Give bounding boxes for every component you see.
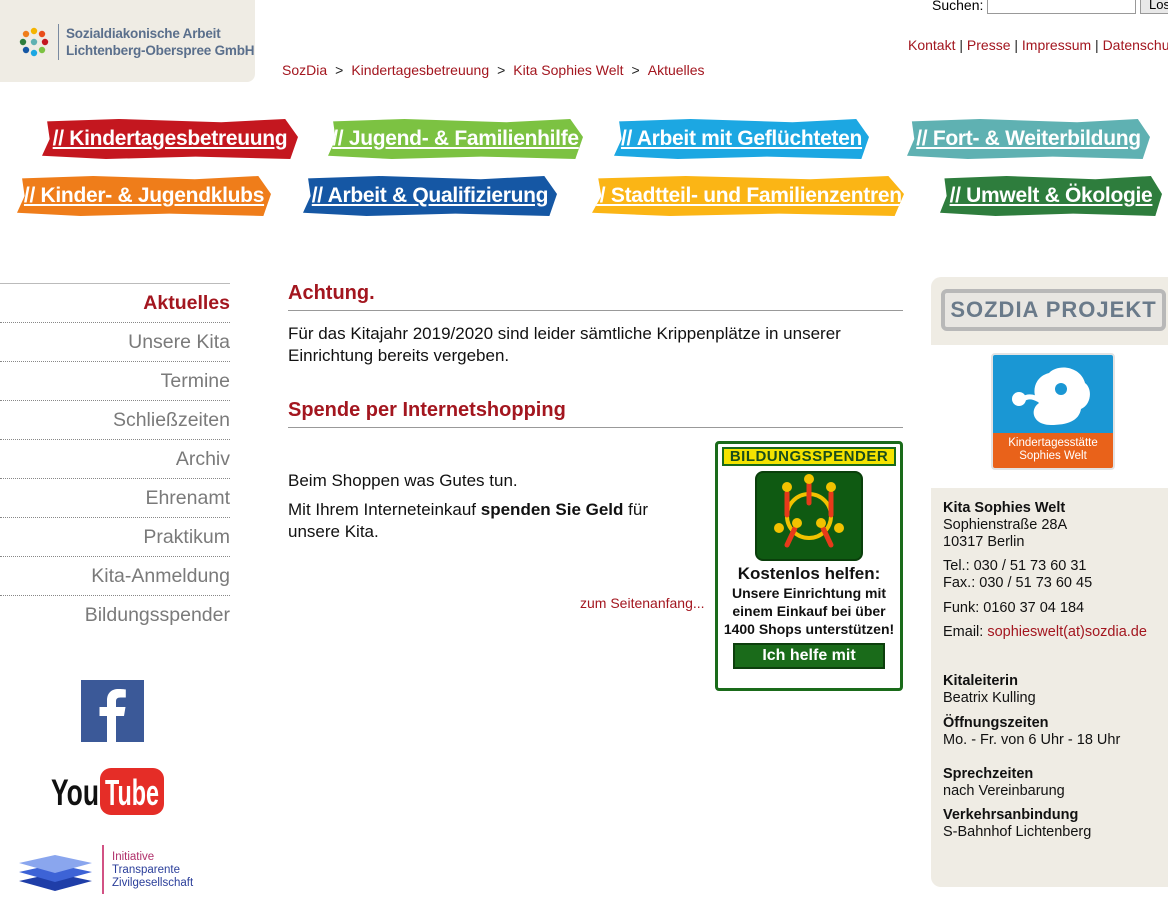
children-circle-icon (755, 471, 863, 561)
top-link-kontakt[interactable]: Kontakt (908, 37, 955, 53)
kita-leitung-name: Beatrix Kulling (943, 690, 1036, 706)
breadcrumb: SozDia > Kindertagesbetreuung > Kita Sophies… (282, 62, 705, 78)
back-to-top-link[interactable]: zum Seitenanfang... (580, 595, 705, 611)
kita-fax: Fax.: 030 / 51 73 60 45 (943, 575, 1093, 591)
nav-item-kita-anmeldung[interactable]: Kita-Anmeldung (0, 557, 230, 596)
itz-line-2: Transparente (112, 864, 180, 876)
kita-address: Kita Sophies Welt Sophienstraße 28A 1031… (943, 500, 1067, 551)
kita-oeffnung-value: Mo. - Fr. von 6 Uhr - 18 Uhr (943, 732, 1121, 748)
kita-name: Kita Sophies Welt (943, 500, 1066, 516)
kita-sprech-label: Sprechzeiten (943, 766, 1034, 782)
sozdia-projekt-badge: SOZDIA PROJEKT (941, 289, 1166, 331)
breadcrumb-aktuelles[interactable]: Aktuelles (648, 62, 705, 78)
left-nav: Aktuelles Unsere Kita Termine Schließzei… (0, 283, 230, 635)
kita-logo-figure-icon (993, 355, 1113, 433)
top-link-impressum[interactable]: Impressum (1022, 37, 1091, 53)
nav-item-termine[interactable]: Termine (0, 362, 230, 401)
logo-dots-icon (19, 27, 49, 57)
bildungsspender-body: Unsere Einrichtung mit einem Einkauf bei… (723, 585, 895, 637)
youtube-tube-text: Tube (105, 772, 159, 813)
kita-logo-line-2: Sophies Welt (1019, 450, 1087, 462)
bildungsspender-title: BILDUNGSSPENDER (722, 447, 896, 466)
banner-arbeit-qualifizierung[interactable]: // Arbeit & Qualifizierung (303, 176, 557, 216)
banner-kindertagesbetreuung[interactable]: // Kindertagesbetreuung (42, 119, 298, 159)
banner-umwelt-oekologie[interactable]: // Umwelt & Ökologie (940, 176, 1162, 216)
banner-fort-weiterbildung[interactable]: // Fort- & Weiterbildung (907, 119, 1150, 159)
kita-sophies-welt-logo: Kindertagesstätte Sophies Welt (991, 353, 1115, 470)
shopping-intro: Beim Shoppen was Gutes tun. (288, 471, 518, 490)
bildungsspender-headline: Kostenlos helfen: (737, 564, 881, 583)
kita-email-label: Email: (943, 624, 988, 640)
kita-sprech-value: nach Vereinbarung (943, 783, 1065, 799)
kita-city: 10317 Berlin (943, 534, 1025, 550)
facebook-f-glyph (99, 689, 126, 742)
achtung-heading: Achtung. (288, 282, 903, 311)
itz-line-3: Zivilgesellschaft (112, 877, 194, 889)
kita-leitung-label: Kitaleiterin (943, 673, 1018, 689)
breadcrumb-sozdia[interactable]: SozDia (282, 62, 327, 78)
shopping-text-a: Mit Ihrem Interneteinkauf (288, 500, 481, 519)
nav-item-bildungsspender[interactable]: Bildungsspender (0, 596, 230, 635)
kita-verkehr-label: Verkehrsanbindung (943, 807, 1079, 823)
shopping-text: Mit Ihrem Interneteinkauf spenden Sie Ge… (288, 499, 698, 543)
shopping-text-bold: spenden Sie Geld (480, 500, 624, 519)
kita-street: Sophienstraße 28A (943, 517, 1068, 533)
kita-email-link[interactable]: sophieswelt(at)sozdia.de (987, 624, 1147, 640)
banner-stadtteil-familienzentren[interactable]: // Stadtteil- und Familienzentren (592, 176, 904, 216)
logo-line-2: Lichtenberg-Oberspree GmbH (66, 43, 255, 58)
top-link-presse[interactable]: Presse (967, 37, 1011, 53)
breadcrumb-kindertagesbetreuung[interactable]: Kindertagesbetreuung (351, 62, 489, 78)
kita-oeffnung-label: Öffnungszeiten (943, 715, 1049, 731)
kita-leitung: Kitaleiterin Beatrix Kulling (943, 673, 1036, 707)
itz-line-1: Initiative (112, 851, 154, 863)
youtube-icon[interactable]: You Tube (50, 767, 165, 817)
youtube-you-text: You (51, 772, 99, 813)
breadcrumb-kita[interactable]: Kita Sophies Welt (513, 62, 623, 78)
kita-verkehr-value: S-Bahnhof Lichtenberg (943, 824, 1092, 840)
banner-kinder-jugendklubs[interactable]: // Kinder- & Jugendklubs (17, 176, 271, 216)
kita-tel: Tel.: 030 / 51 73 60 31 (943, 558, 1087, 574)
top-link-datenschutz[interactable]: Datenschut (1103, 37, 1168, 53)
search-input[interactable] (987, 0, 1136, 14)
kita-logo-area: Kindertagesstätte Sophies Welt (931, 345, 1168, 488)
logo-separator (58, 24, 59, 60)
transparente-zivilgesellschaft-logo[interactable]: Initiative Transparente Zivilgesellschaf… (17, 843, 217, 899)
nav-item-schliesszeiten[interactable]: Schließzeiten (0, 401, 230, 440)
banner-jugend-familienhilfe[interactable]: // Jugend- & Familienhilfe (328, 119, 583, 159)
achtung-text: Für das Kitajahr 2019/2020 sind leider s… (288, 324, 841, 365)
kita-logo-caption: Kindertagesstätte Sophies Welt (993, 433, 1113, 468)
spende-heading: Spende per Internetshopping (288, 399, 903, 428)
kita-sprechzeiten: Sprechzeiten nach Vereinbarung (943, 766, 1065, 800)
project-sidebar: SOZDIA PROJEKT Kindertagesstätte Sophies… (931, 277, 1168, 887)
kita-funk: Funk: 0160 37 04 184 (943, 600, 1085, 616)
logo-line-1: Sozialdiakonische Arbeit (66, 26, 221, 41)
banner-gefluechtete[interactable]: // Arbeit mit Geflüchteten (614, 119, 869, 159)
logo-text: Sozialdiakonische Arbeit Lichtenberg-Obe… (66, 25, 255, 59)
kita-verkehr: Verkehrsanbindung S-Bahnhof Lichtenberg (943, 807, 1091, 841)
nav-item-aktuelles[interactable]: Aktuelles (0, 284, 230, 323)
ich-helfe-mit-button[interactable]: Ich helfe mit (733, 643, 885, 669)
kita-email-row: Email: sophieswelt(at)sozdia.de (943, 624, 1147, 641)
kita-logo-line-1: Kindertagesstätte (1008, 437, 1098, 449)
bildungsspender-banner[interactable]: BILDUNGSSPENDER Kostenlos helfen: Unsere… (715, 441, 903, 691)
nav-item-archiv[interactable]: Archiv (0, 440, 230, 479)
kita-oeffnungszeiten: Öffnungszeiten Mo. - Fr. von 6 Uhr - 18 … (943, 715, 1120, 749)
nav-item-unsere-kita[interactable]: Unsere Kita (0, 323, 230, 362)
nav-item-ehrenamt[interactable]: Ehrenamt (0, 479, 230, 518)
top-links: Kontakt | Presse | Impressum | Datenschu… (908, 37, 1168, 53)
search-button[interactable]: Los (1140, 0, 1168, 14)
site-logo[interactable]: Sozialdiakonische Arbeit Lichtenberg-Obe… (0, 0, 255, 82)
facebook-icon[interactable] (81, 680, 144, 742)
search-label: Suchen: (932, 0, 984, 13)
kita-phone: Tel.: 030 / 51 73 60 31 Fax.: 030 / 51 7… (943, 558, 1092, 592)
nav-item-praktikum[interactable]: Praktikum (0, 518, 230, 557)
